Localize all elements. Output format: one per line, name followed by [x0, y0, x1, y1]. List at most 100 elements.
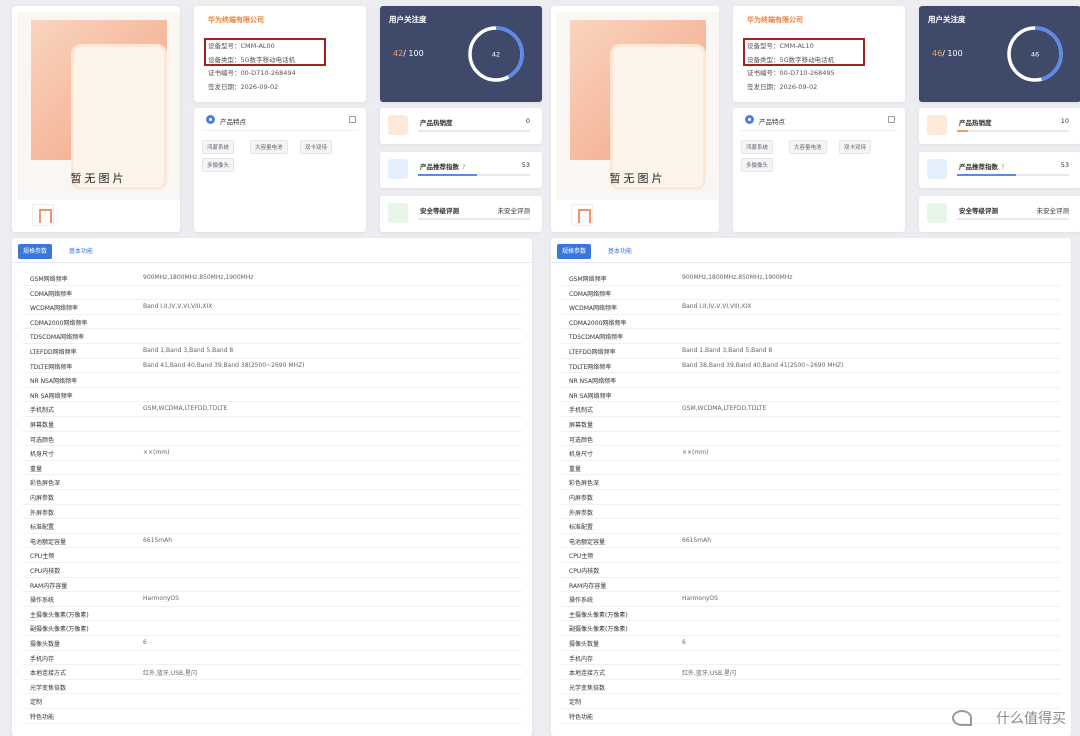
metric-value: 未安全评测 — [1036, 207, 1070, 215]
param-value: Band I,II,IV,V,VI,VIII,XIX — [143, 303, 213, 311]
attention-max: / 100 — [403, 49, 424, 58]
table-row: CPU内核数 — [561, 563, 1061, 578]
highlight-box — [743, 38, 865, 66]
param-label: 外屏参数 — [569, 509, 594, 517]
issue-date: 签发日期：2026-09-02 — [208, 82, 279, 91]
table-row: 主摄像头像素(万像素) — [22, 607, 522, 622]
param-label: 副摄像头像素(万像素) — [569, 626, 628, 634]
param-label: CPU主频 — [30, 553, 55, 561]
cert-no: 证书编号：00-D710-268494 — [208, 69, 296, 77]
table-row: 定制 — [22, 694, 522, 709]
image-thumbnail[interactable] — [571, 204, 593, 226]
help-icon[interactable]: ? — [1001, 163, 1004, 171]
param-value: Band 1,Band 3,Band 5,Band 8 — [682, 347, 773, 354]
attention-ring-gauge: 42 — [468, 26, 524, 82]
param-label: 彩色屏色深 — [30, 480, 61, 488]
attention-ring-gauge: 46 — [1007, 26, 1063, 82]
param-label: CPU内核数 — [30, 568, 61, 575]
collapse-icon[interactable] — [349, 116, 356, 123]
attention-title: 用户关注度 — [928, 15, 966, 24]
param-label: 操作系统 — [30, 597, 55, 605]
table-row: NR SA网络频率 — [22, 388, 522, 403]
param-label: 可选颜色 — [30, 436, 55, 444]
tab-specs[interactable]: 规格参数 — [557, 244, 592, 259]
metric-card: 安全等级评测 未安全评测 — [919, 196, 1080, 232]
no-image-label: 暂无图片 — [609, 172, 666, 185]
param-label: CDMA2000网络频率 — [30, 319, 88, 327]
metric-label: 产品热销度 — [959, 117, 992, 127]
metric-progress-bar — [957, 174, 1069, 176]
param-label: 屏幕数量 — [569, 422, 594, 429]
vibrate-phone-icon — [927, 115, 947, 135]
shield-icon — [927, 203, 947, 223]
table-row: 光学变焦倍数 — [22, 680, 522, 695]
param-label: TDLTE网络频率 — [30, 363, 73, 371]
param-label: GSM网络频率 — [30, 276, 68, 283]
table-row: 本地连接方式 红外,蓝牙,USB,星闪 — [22, 665, 522, 680]
certificate-info-card: 华为终端有限公司 设备型号：CMM-AL00 设备类型：5G数字移动电话机 证书编号：… — [194, 6, 366, 102]
attention-score: 46/ 100 — [932, 49, 963, 58]
attention-value: 42 — [393, 49, 404, 58]
comparison-panel: 暂无图片 华为终端有限公司 设备型号：CMM-AL00 设备类型：5G数字移动电话机证… — [12, 0, 542, 736]
table-row: CPU内核数 — [22, 563, 522, 578]
user-attention-card: 用户关注度 42/ 100 42 — [380, 6, 542, 102]
feature-tag: 大容量电池 — [789, 140, 827, 154]
table-row: 彩色屏色深 — [22, 475, 522, 490]
table-row: CDMA网络频率 — [22, 286, 522, 301]
attention-score: 42/ 100 — [393, 49, 424, 58]
phone-illustration — [31, 20, 167, 190]
comparison-panel: 暂无图片 华为终端有限公司 设备型号：CMM-AL10 设备类型：5G数字移动电话机证… — [551, 0, 1080, 736]
cert-no: 证书编号：00-D710-268495 — [747, 69, 835, 77]
param-label: 操作系统 — [569, 597, 594, 605]
company-name[interactable]: 华为终端有限公司 — [208, 15, 264, 25]
table-row: RAM内存容量 — [22, 578, 522, 593]
collapse-icon[interactable] — [888, 116, 895, 123]
product-image-card: 暂无图片 — [551, 6, 719, 232]
tab-basic-functions[interactable]: 基本功能 — [603, 244, 637, 259]
param-label: 标准配置 — [30, 524, 55, 532]
metric-label: 安全等级评测 — [420, 205, 459, 215]
gear-icon — [745, 115, 754, 124]
table-row: RAM内存容量 — [561, 578, 1061, 593]
metric-value: 53 — [521, 161, 530, 169]
company-name[interactable]: 华为终端有限公司 — [747, 15, 803, 25]
table-row: CPU主频 — [561, 548, 1061, 563]
shield-icon — [388, 203, 408, 223]
table-row: 主摄像头像素(万像素) — [561, 607, 1061, 622]
table-row: 操作系统 HarmonyOS — [22, 592, 522, 607]
metric-progress-fill — [418, 174, 478, 176]
tab-specs[interactable]: 规格参数 — [18, 244, 53, 259]
table-row: WCDMA网络频率 Band I,II,IV,V,VI,VIII,XIX — [22, 300, 522, 315]
metric-label-text: 安全等级评测 — [959, 207, 998, 215]
table-row: TDLTE网络频率 Band 41,Band 40,Band 39,Band 38… — [22, 359, 522, 374]
table-row: 内屏参数 — [561, 490, 1061, 505]
feature-tag: 双卡双待 — [839, 140, 872, 154]
metric-progress-fill — [957, 130, 969, 132]
param-label: 手机制式 — [569, 407, 594, 415]
table-row: LTEFDD网络频率 Band 1,Band 3,Band 5,Band 8 — [22, 344, 522, 359]
table-row: TDSCDMA网络频率 — [22, 329, 522, 344]
table-row: 外屏参数 — [22, 505, 522, 520]
divider — [202, 130, 358, 131]
param-label: NR SA网络频率 — [30, 392, 73, 400]
param-label: 光学变焦倍数 — [569, 684, 606, 692]
specifications-card: 规格参数 基本功能 GSM网络频率 900MHz,1800MHz,850MHz,190… — [12, 238, 532, 736]
table-row: TDSCDMA网络频率 — [561, 329, 1061, 344]
param-label: 重量 — [569, 465, 582, 473]
help-icon[interactable]: ? — [462, 163, 465, 171]
specifications-card: 规格参数 基本功能 GSM网络频率 900MHz,1800MHz,850MHz,190… — [551, 238, 1071, 736]
param-value: Band 1,Band 3,Band 5,Band 8 — [143, 347, 234, 354]
param-label: CDMA网络频率 — [30, 290, 73, 298]
issue-date: 签发日期：2026-09-02 — [747, 82, 818, 91]
param-label: 手机内存 — [30, 655, 55, 663]
table-row: 彩色屏色深 — [561, 475, 1061, 490]
param-label: LTEFDD网络频率 — [569, 349, 616, 356]
param-label: RAM内存容量 — [30, 582, 68, 590]
param-value: 红外,蓝牙,USB,星闪 — [682, 670, 737, 678]
metric-progress-bar — [418, 218, 530, 220]
table-row: 可选颜色 — [561, 432, 1061, 447]
tab-basic-functions[interactable]: 基本功能 — [64, 244, 98, 259]
user-attention-card: 用户关注度 46/ 100 46 — [919, 6, 1080, 102]
table-row: 光学变焦倍数 — [561, 680, 1061, 695]
image-thumbnail[interactable] — [32, 204, 54, 226]
